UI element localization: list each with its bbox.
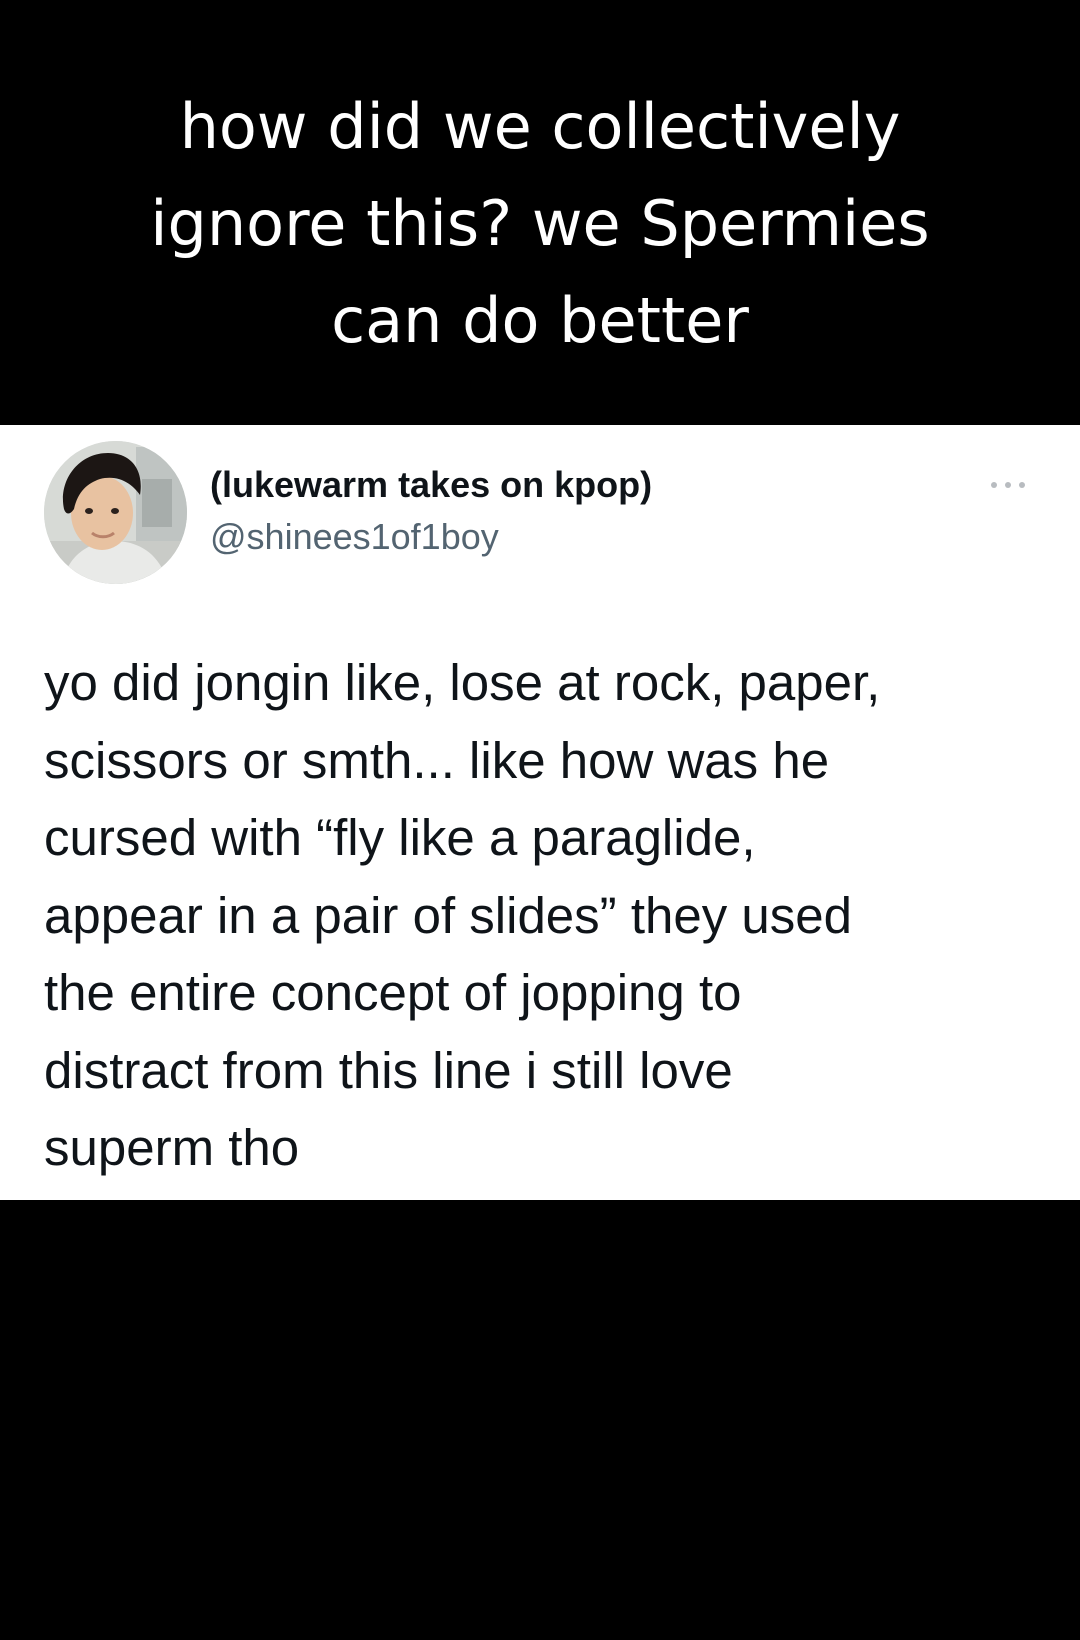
tweet-text-line: the entire concept of jopping to bbox=[44, 964, 742, 1021]
more-options-button[interactable] bbox=[978, 470, 1038, 500]
caption-overlay: how did we collectively ignore this? we … bbox=[40, 78, 1040, 369]
tweet-text-line: yo did jongin like, lose at rock, paper, bbox=[44, 654, 881, 711]
caption-line: ignore this? we Spermies bbox=[150, 187, 930, 260]
caption-line: how did we collectively bbox=[179, 90, 901, 163]
profile-photo-icon bbox=[44, 441, 187, 584]
caption-line: can do better bbox=[331, 284, 749, 357]
tweet-text-line: cursed with “fly like a paraglide, bbox=[44, 809, 756, 866]
more-horizontal-icon bbox=[991, 482, 1025, 488]
tweet-text-line: superm tho bbox=[44, 1119, 300, 1176]
tweet-card: (lukewarm takes on kpop) @shinees1of1boy… bbox=[0, 425, 1080, 1200]
tweet-text: yo did jongin like, lose at rock, paper,… bbox=[44, 644, 1044, 1187]
display-name[interactable]: (lukewarm takes on kpop) bbox=[210, 463, 652, 507]
avatar[interactable] bbox=[44, 441, 187, 584]
tweet-text-line: distract from this line i still love bbox=[44, 1041, 733, 1099]
username-handle[interactable]: @shinees1of1boy bbox=[210, 515, 499, 559]
video-frame: how did we collectively ignore this? we … bbox=[0, 0, 1080, 1640]
tweet-text-line: appear in a pair of slides” they used bbox=[44, 886, 852, 944]
tweet-text-line: scissors or smth... like how was he bbox=[44, 731, 830, 789]
